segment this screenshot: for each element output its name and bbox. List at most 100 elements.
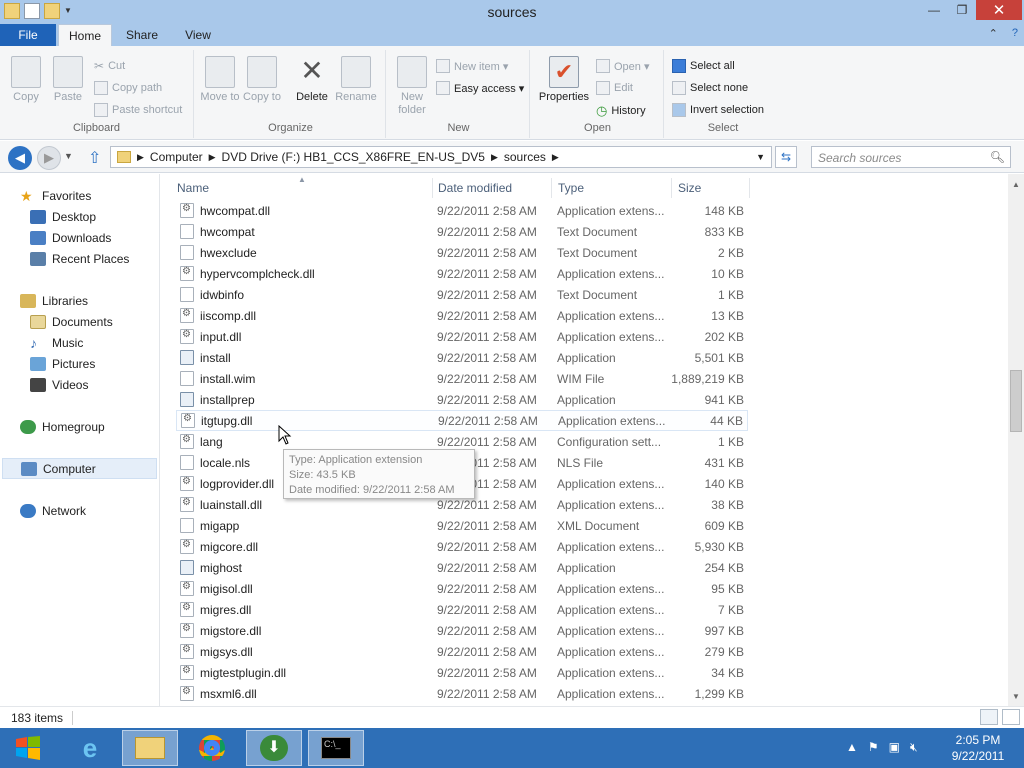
- back-button[interactable]: ◀: [8, 146, 32, 170]
- breadcrumb-dvd-drive[interactable]: DVD Drive (F:) HB1_CCS_X86FRE_EN-US_DV5 ▶: [222, 150, 498, 164]
- large-icons-view-icon[interactable]: [1002, 709, 1020, 725]
- details-view-icon[interactable]: [980, 709, 998, 725]
- breadcrumb-sources[interactable]: sources ▶: [504, 150, 559, 164]
- nav-documents[interactable]: Documents: [30, 311, 113, 332]
- file-row[interactable]: migcore.dll 9/22/2011 2:58 AM Application …: [176, 536, 748, 557]
- nav-network[interactable]: Network: [20, 500, 86, 521]
- taskbar-file-explorer[interactable]: [122, 730, 178, 766]
- column-header-name[interactable]: Name: [177, 178, 432, 198]
- copy-button[interactable]: Copy: [4, 54, 48, 104]
- invert-selection-button[interactable]: Invert selection: [672, 103, 764, 117]
- edit-button[interactable]: Edit: [596, 81, 633, 95]
- taskbar-clock[interactable]: 2:05 PM 9/22/2011: [938, 732, 1018, 764]
- file-row[interactable]: migapp 9/22/2011 2:58 AM XML Document 609 K…: [176, 515, 748, 536]
- scroll-up-arrow-icon[interactable]: ▲: [1008, 176, 1024, 192]
- paste-shortcut-button[interactable]: Paste shortcut: [94, 103, 182, 117]
- column-header-size[interactable]: Size: [678, 178, 748, 198]
- help-icon[interactable]: ?: [1012, 27, 1018, 40]
- nav-computer[interactable]: Computer: [2, 458, 157, 479]
- up-button[interactable]: ⇧: [88, 148, 101, 168]
- minimize-button[interactable]: —: [920, 0, 948, 20]
- cut-button[interactable]: ✂ Cut: [94, 59, 125, 73]
- taskbar-internet-explorer[interactable]: e: [62, 730, 118, 766]
- chevron-up-icon[interactable]: ⌃: [989, 27, 998, 40]
- action-center-flag-icon[interactable]: ⚑: [868, 740, 879, 755]
- dll-file-icon: [180, 665, 194, 680]
- new-item-button[interactable]: New item ▾: [436, 59, 508, 73]
- file-row[interactable]: hwexclude 9/22/2011 2:58 AM Text Document 2…: [176, 242, 748, 263]
- paste-button[interactable]: Paste: [46, 54, 90, 104]
- file-row[interactable]: migisol.dll 9/22/2011 2:58 AM Application …: [176, 578, 748, 599]
- nav-favorites[interactable]: ★ Favorites: [20, 185, 91, 206]
- scroll-down-arrow-icon[interactable]: ▼: [1008, 688, 1024, 704]
- move-to-button[interactable]: Move to: [198, 54, 242, 104]
- new-folder-button[interactable]: New folder: [390, 54, 434, 117]
- title-bar: ▼ sources — ❐ ✕: [0, 0, 1024, 24]
- show-hidden-icons-icon[interactable]: ▲: [846, 740, 858, 755]
- file-row[interactable]: msxml6.dll 9/22/2011 2:58 AM Application e…: [176, 683, 748, 704]
- column-divider[interactable]: [551, 178, 552, 198]
- file-row[interactable]: migtestplugin.dll 9/22/2011 2:58 AM Applic…: [176, 662, 748, 683]
- column-header-type[interactable]: Type: [558, 178, 670, 198]
- file-row[interactable]: mighost 9/22/2011 2:58 AM Application 254 K…: [176, 557, 748, 578]
- nav-music[interactable]: ♪ Music: [30, 332, 83, 353]
- volume-muted-icon[interactable]: 🔇︎: [910, 740, 918, 755]
- taskbar-chrome[interactable]: [184, 730, 240, 766]
- network-status-icon[interactable]: ▣: [889, 740, 900, 755]
- delete-button[interactable]: ✕ Delete: [290, 54, 334, 104]
- file-row[interactable]: migres.dll 9/22/2011 2:58 AM Application e…: [176, 599, 748, 620]
- tab-home[interactable]: Home: [58, 24, 112, 46]
- file-row[interactable]: iiscomp.dll 9/22/2011 2:58 AM Application …: [176, 305, 748, 326]
- recent-locations-dropdown[interactable]: ▼: [64, 151, 73, 161]
- file-row[interactable]: hwcompat.dll 9/22/2011 2:58 AM Application…: [176, 200, 748, 221]
- breadcrumb-computer[interactable]: Computer ▶: [150, 150, 216, 164]
- copy-path-button[interactable]: Copy path: [94, 81, 162, 95]
- open-button[interactable]: Open ▾: [596, 59, 650, 73]
- start-button[interactable]: [8, 734, 48, 762]
- breadcrumb-separator[interactable]: ▶: [137, 152, 144, 163]
- column-header-date[interactable]: Date modified: [438, 178, 550, 198]
- file-row[interactable]: hwcompat 9/22/2011 2:58 AM Text Document 83…: [176, 221, 748, 242]
- address-dropdown-icon[interactable]: ▼: [756, 152, 765, 162]
- rename-button[interactable]: Rename: [334, 54, 378, 104]
- vertical-scrollbar[interactable]: ▲ ▼: [1008, 174, 1024, 706]
- scrollbar-thumb[interactable]: [1010, 370, 1022, 432]
- nav-downloads[interactable]: Downloads: [30, 227, 111, 248]
- file-row[interactable]: input.dll 9/22/2011 2:58 AM Application ex…: [176, 326, 748, 347]
- column-divider[interactable]: [432, 178, 433, 198]
- tab-view[interactable]: View: [178, 24, 218, 46]
- file-row[interactable]: hypervcomplcheck.dll 9/22/2011 2:58 AM App…: [176, 263, 748, 284]
- search-input[interactable]: Search sources 🔍︎: [811, 146, 1011, 168]
- taskbar-download-manager[interactable]: ⬇: [246, 730, 302, 766]
- nav-pictures[interactable]: Pictures: [30, 353, 95, 374]
- column-divider[interactable]: [671, 178, 672, 198]
- copy-to-button[interactable]: Copy to: [240, 54, 284, 104]
- forward-button[interactable]: ▶: [37, 146, 61, 170]
- nav-desktop[interactable]: Desktop: [30, 206, 96, 227]
- nav-videos[interactable]: Videos: [30, 374, 88, 395]
- file-row[interactable]: install 9/22/2011 2:58 AM Application 5,501…: [176, 347, 748, 368]
- file-row[interactable]: migstore.dll 9/22/2011 2:58 AM Application…: [176, 620, 748, 641]
- select-all-button[interactable]: Select all: [672, 59, 735, 73]
- easy-access-button[interactable]: Easy access ▾: [436, 81, 524, 95]
- file-row[interactable]: installprep 9/22/2011 2:58 AM Application 9…: [176, 389, 748, 410]
- nav-homegroup[interactable]: Homegroup: [20, 416, 105, 437]
- file-row[interactable]: migsys.dll 9/22/2011 2:58 AM Application e…: [176, 641, 748, 662]
- taskbar-command-prompt[interactable]: C:\_: [308, 730, 364, 766]
- address-box[interactable]: ▶ Computer ▶ DVD Drive (F:) HB1_CCS_X86FR…: [110, 146, 772, 168]
- file-row[interactable]: itgtupg.dll 9/22/2011 2:58 AM Application …: [176, 410, 748, 431]
- nav-recent-places[interactable]: Recent Places: [30, 248, 129, 269]
- restore-button[interactable]: ❐: [948, 0, 976, 20]
- close-button[interactable]: ✕: [976, 0, 1022, 20]
- properties-button[interactable]: ✔ Properties: [538, 54, 590, 104]
- file-row[interactable]: install.wim 9/22/2011 2:58 AM WIM File 1,88…: [176, 368, 748, 389]
- file-size: 148 KB: [704, 203, 744, 218]
- file-row[interactable]: idwbinfo 9/22/2011 2:58 AM Text Document 1 …: [176, 284, 748, 305]
- column-divider[interactable]: [749, 178, 750, 198]
- refresh-button[interactable]: ⇆: [775, 146, 797, 168]
- tab-file[interactable]: File: [0, 24, 56, 46]
- tab-share[interactable]: Share: [120, 24, 164, 46]
- history-button[interactable]: ◷ History: [596, 103, 646, 119]
- select-none-button[interactable]: Select none: [672, 81, 748, 95]
- nav-libraries[interactable]: Libraries: [20, 290, 88, 311]
